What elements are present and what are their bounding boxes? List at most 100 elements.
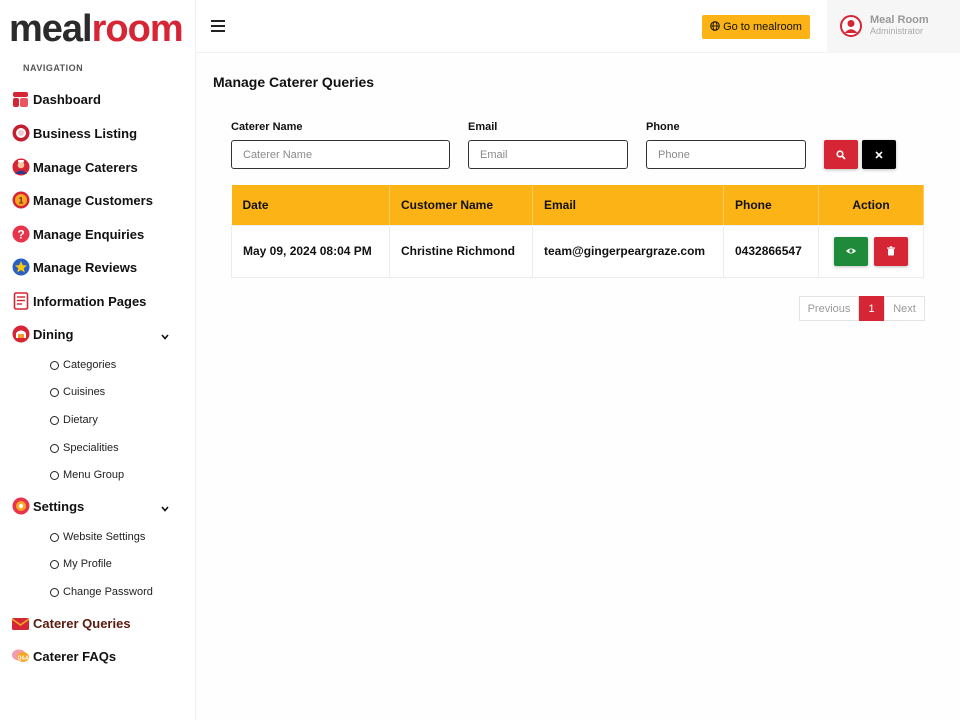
column-header-action: Action (818, 185, 924, 225)
pagination: Previous 1 Next (799, 296, 925, 321)
column-header-email[interactable]: Email (532, 185, 724, 225)
document-icon (11, 292, 30, 311)
sidebar-item-label: Business Listing (33, 125, 138, 141)
faq-icon: Q&A (11, 647, 30, 666)
sidebar-item-label: Caterer Queries (33, 615, 131, 631)
eye-icon (846, 248, 857, 253)
cell-date: May 09, 2024 08:04 PM (231, 224, 390, 278)
subitem-label: Specialities (63, 442, 119, 454)
email-input[interactable] (468, 140, 628, 169)
sidebar-item-settings[interactable]: Settings (11, 495, 181, 517)
logo-text-meal: meal (9, 8, 93, 50)
plate-icon (11, 124, 30, 143)
circle-icon (50, 387, 59, 397)
sidebar-subitem-menu-group[interactable]: Menu Group (50, 466, 124, 484)
sidebar-subitem-dietary[interactable]: Dietary (50, 411, 98, 429)
hamburger-menu-icon[interactable] (211, 20, 225, 32)
cell-actions (818, 224, 924, 278)
question-icon: ? (11, 225, 30, 244)
circle-icon (50, 470, 59, 480)
circle-icon (50, 360, 59, 370)
phone-label: Phone (646, 121, 680, 133)
sidebar-item-label: Manage Reviews (33, 259, 138, 275)
logo-text-room: room (91, 8, 184, 50)
cell-customer-name: Christine Richmond (389, 224, 533, 278)
sidebar-item-information-pages[interactable]: Information Pages (11, 290, 181, 312)
column-header-phone[interactable]: Phone (723, 185, 819, 225)
circle-icon (50, 587, 59, 597)
column-header-customer-name[interactable]: Customer Name (389, 185, 533, 225)
sidebar-item-label: Dining (33, 326, 74, 342)
svg-text:Q&A: Q&A (17, 656, 29, 662)
search-button[interactable] (824, 140, 858, 169)
mail-icon (11, 614, 30, 633)
user-name: Meal Room (870, 14, 929, 26)
sidebar-subitem-cuisines[interactable]: Cuisines (50, 383, 105, 401)
circle-icon (50, 443, 59, 453)
chevron-down-icon[interactable] (161, 500, 169, 515)
sidebar-item-caterer-queries[interactable]: Caterer Queries (11, 612, 181, 634)
caterer-name-input[interactable] (231, 140, 450, 169)
table-header-row: Date Customer Name Email Phone Action (231, 185, 924, 225)
customer-icon: 1 (11, 191, 30, 210)
dining-icon (11, 325, 30, 344)
user-avatar-icon (840, 15, 862, 37)
clear-button[interactable] (862, 140, 896, 169)
view-button[interactable] (834, 236, 869, 266)
user-role: Administrator (870, 26, 924, 36)
subitem-label: My Profile (63, 558, 112, 570)
page-title: Manage Caterer Queries (213, 74, 375, 90)
phone-input[interactable] (646, 140, 806, 169)
pagination-page-1[interactable]: 1 (859, 296, 884, 321)
pagination-next-button[interactable]: Next (884, 296, 925, 321)
sidebar-item-caterer-faqs[interactable]: Q&A Caterer FAQs (11, 645, 181, 667)
sidebar-item-label: Information Pages (33, 293, 147, 309)
sidebar-subitem-categories[interactable]: Categories (50, 356, 116, 374)
sidebar-item-business-listing[interactable]: Business Listing (11, 122, 181, 144)
delete-button[interactable] (873, 236, 908, 266)
sidebar-item-label: Settings (33, 498, 85, 514)
star-icon (11, 258, 30, 277)
sidebar-item-label: Manage Enquiries (33, 226, 145, 242)
go-to-mealroom-label: Go to mealroom (723, 21, 802, 33)
subitem-label: Cuisines (63, 386, 106, 398)
pagination-previous-button[interactable]: Previous (799, 296, 859, 321)
subitem-label: Website Settings (63, 531, 146, 543)
sidebar-item-label: Manage Caterers (33, 159, 138, 175)
caterer-name-label: Caterer Name (231, 121, 303, 133)
sidebar-subitem-website-settings[interactable]: Website Settings (50, 528, 145, 546)
sidebar-item-manage-enquiries[interactable]: ? Manage Enquiries (11, 223, 181, 245)
sidebar-item-label: Manage Customers (33, 192, 153, 208)
nav-heading: NAVIGATION (23, 63, 84, 73)
search-icon (836, 149, 846, 160)
sidebar-item-dashboard[interactable]: Dashboard (11, 88, 181, 110)
sidebar-item-manage-customers[interactable]: 1 Manage Customers (11, 189, 181, 211)
sidebar-item-manage-caterers[interactable]: Manage Caterers (11, 156, 181, 178)
cell-email: team@gingerpeargraze.com (532, 224, 724, 278)
sidebar-item-label: Caterer FAQs (33, 648, 117, 664)
subitem-label: Dietary (63, 414, 98, 426)
gear-icon (11, 497, 30, 516)
sidebar-item-label: Dashboard (33, 91, 101, 107)
sidebar-subitem-specialities[interactable]: Specialities (50, 439, 119, 457)
circle-icon (50, 532, 59, 542)
top-header: Go to mealroom Meal Room Administrator (196, 0, 960, 53)
sidebar-item-manage-reviews[interactable]: Manage Reviews (11, 256, 181, 278)
sidebar-subitem-my-profile[interactable]: My Profile (50, 555, 112, 573)
table-row: May 09, 2024 08:04 PM Christine Richmond… (231, 224, 924, 278)
svg-text:1: 1 (18, 196, 23, 206)
user-menu[interactable]: Meal Room Administrator (827, 0, 960, 53)
sidebar-item-dining[interactable]: Dining (11, 323, 181, 345)
column-header-date[interactable]: Date (231, 185, 390, 225)
chef-icon (11, 158, 30, 177)
subitem-label: Change Password (63, 586, 153, 598)
sidebar: mealroom NAVIGATION Dashboard Business L… (0, 0, 196, 720)
main-content: Manage Caterer Queries Caterer Name Emai… (196, 53, 960, 720)
queries-table: Date Customer Name Email Phone Action Ma… (231, 185, 924, 278)
cell-phone: 0432866547 (723, 224, 819, 278)
sidebar-subitem-change-password[interactable]: Change Password (50, 583, 153, 601)
mealroom-logo[interactable]: mealroom (9, 6, 184, 52)
chevron-down-icon[interactable] (161, 328, 169, 343)
close-icon (875, 150, 883, 159)
go-to-mealroom-button[interactable]: Go to mealroom (702, 15, 810, 39)
